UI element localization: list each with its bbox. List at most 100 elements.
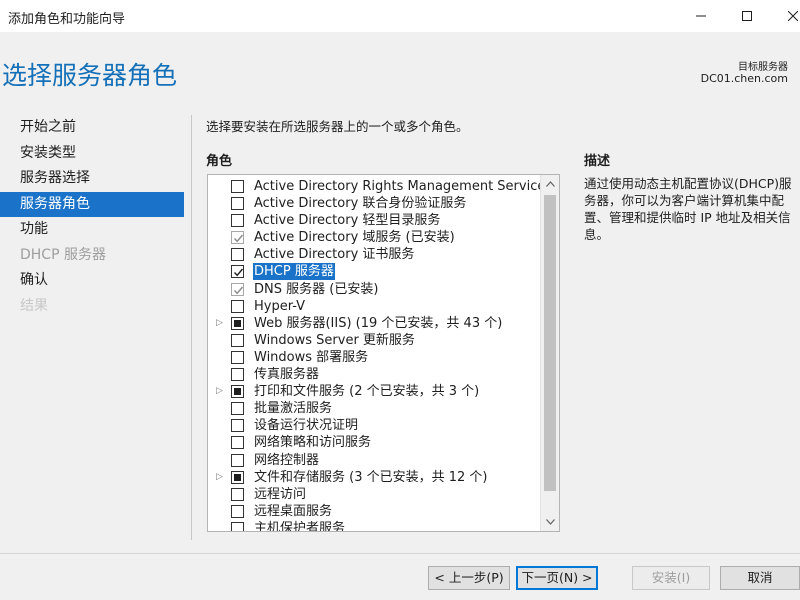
- role-label: 设备运行状况证明: [254, 418, 359, 434]
- role-checkbox[interactable]: [231, 214, 244, 228]
- title-bar: 添加角色和功能向导: [0, 0, 800, 32]
- maximize-button[interactable]: [724, 0, 770, 32]
- role-checkbox[interactable]: [231, 521, 244, 531]
- wizard-nav: 开始之前 安装类型 服务器选择 服务器角色 功能 DHCP 服务器 确认 结果: [0, 115, 184, 319]
- role-label: DHCP 服务器: [253, 263, 335, 281]
- role-row[interactable]: DHCP 服务器: [208, 263, 538, 281]
- role-checkbox[interactable]: [231, 487, 244, 501]
- role-row[interactable]: Active Directory 证书服务: [208, 246, 538, 263]
- role-row[interactable]: 远程访问: [208, 486, 538, 503]
- nav-item-results: 结果: [20, 297, 48, 314]
- role-row[interactable]: ▷ 文件和存储服务 (3 个已安装，共 12 个): [208, 469, 538, 486]
- role-row[interactable]: Active Directory 轻型目录服务: [208, 212, 538, 229]
- role-row[interactable]: Active Directory 联合身份验证服务: [208, 195, 538, 212]
- role-checkbox[interactable]: [231, 385, 244, 399]
- role-checkbox[interactable]: [231, 282, 244, 296]
- role-row[interactable]: 批量激活服务: [208, 400, 538, 417]
- role-checkbox[interactable]: [231, 333, 244, 347]
- role-label: 网络控制器: [254, 452, 320, 468]
- role-row[interactable]: DNS 服务器 (已安装): [208, 281, 538, 298]
- roles-list[interactable]: Active Directory Rights Management Servi…: [207, 174, 560, 532]
- wizard-header: 选择服务器角色 目标服务器 DC01.chen.com: [0, 32, 800, 98]
- role-row[interactable]: Active Directory Rights Management Servi…: [208, 178, 552, 195]
- role-row[interactable]: ▷ Web 服务器(IIS) (19 个已安装，共 43 个): [208, 315, 538, 332]
- role-label: Active Directory 联合身份验证服务: [254, 196, 467, 212]
- roles-heading: 角色: [206, 154, 233, 169]
- cancel-button[interactable]: 取消: [720, 566, 800, 590]
- role-checkbox[interactable]: [231, 419, 244, 433]
- nav-item-installation-type[interactable]: 安装类型: [0, 141, 184, 167]
- role-label: Active Directory 证书服务: [254, 247, 415, 263]
- expand-arrow-icon[interactable]: ▷: [216, 386, 224, 397]
- minimize-button[interactable]: [678, 0, 724, 32]
- role-row[interactable]: 网络策略和访问服务: [208, 434, 538, 451]
- role-row[interactable]: Hyper-V: [208, 298, 538, 315]
- role-checkbox[interactable]: [231, 350, 244, 364]
- role-label: 远程桌面服务: [254, 503, 333, 519]
- nav-item-server-selection[interactable]: 服务器选择: [0, 166, 184, 192]
- role-checkbox[interactable]: [231, 316, 244, 330]
- page-title: 选择服务器角色: [2, 61, 178, 90]
- role-checkbox[interactable]: [231, 402, 244, 416]
- install-button[interactable]: 安装(I): [632, 566, 710, 590]
- role-label: Active Directory 域服务 (已安装): [254, 230, 455, 246]
- role-checkbox[interactable]: [231, 197, 244, 211]
- role-row[interactable]: Windows Server 更新服务: [208, 332, 538, 349]
- role-label: Web 服务器(IIS) (19 个已安装，共 43 个): [254, 315, 503, 331]
- description-text: 通过使用动态主机配置协议(DHCP)服务器，你可以为客户端计算机集中配置、管理和…: [584, 176, 792, 242]
- roles-list-items: Active Directory Rights Management Servi…: [208, 178, 552, 531]
- roles-scrollbar[interactable]: [540, 175, 559, 531]
- target-server-label: 目标服务器: [738, 62, 788, 73]
- scroll-down-button[interactable]: [541, 513, 559, 531]
- role-label: 文件和存储服务 (3 个已安装，共 12 个): [254, 469, 488, 485]
- nav-item-dhcp-server[interactable]: DHCP 服务器: [0, 243, 184, 269]
- nav-item-server-roles[interactable]: 服务器角色: [0, 191, 184, 217]
- expand-arrow-icon[interactable]: ▷: [216, 472, 224, 483]
- role-row[interactable]: ▷ 打印和文件服务 (2 个已安装，共 3 个): [208, 383, 538, 400]
- role-label: Hyper-V: [254, 298, 306, 314]
- nav-item-before-you-begin[interactable]: 开始之前: [0, 115, 184, 141]
- role-label: 打印和文件服务 (2 个已安装，共 3 个): [254, 384, 480, 400]
- checkmark-icon: [233, 269, 244, 277]
- role-label: Windows Server 更新服务: [254, 332, 415, 348]
- role-label: Windows 部署服务: [254, 349, 369, 365]
- role-label: Active Directory 轻型目录服务: [254, 213, 441, 229]
- role-label: DNS 服务器 (已安装): [254, 281, 379, 297]
- next-button[interactable]: 下一页(N) >: [516, 566, 598, 590]
- previous-button[interactable]: < 上一步(P): [428, 566, 510, 590]
- role-row[interactable]: Active Directory 域服务 (已安装): [208, 229, 538, 246]
- footer-divider: [0, 553, 800, 554]
- role-checkbox[interactable]: [231, 265, 244, 279]
- role-checkbox[interactable]: [231, 180, 244, 193]
- chevron-up-icon: [545, 181, 555, 187]
- nav-divider: [191, 115, 192, 540]
- minimize-icon: [696, 15, 706, 17]
- role-checkbox[interactable]: [231, 470, 244, 484]
- role-checkbox[interactable]: [231, 436, 244, 450]
- close-button[interactable]: [770, 0, 800, 32]
- role-label: 远程访问: [254, 486, 307, 502]
- chevron-down-icon: [545, 519, 555, 525]
- role-row[interactable]: 远程桌面服务: [208, 503, 538, 520]
- role-row[interactable]: 传真服务器: [208, 366, 538, 383]
- checkmark-icon: [233, 234, 244, 243]
- role-checkbox[interactable]: [231, 368, 244, 382]
- role-row[interactable]: 主机保护者服务: [208, 520, 538, 531]
- role-checkbox[interactable]: [231, 299, 244, 313]
- intro-text: 选择要安装在所选服务器上的一个或多个角色。: [206, 119, 469, 134]
- role-row[interactable]: 设备运行状况证明: [208, 417, 538, 434]
- role-checkbox[interactable]: [231, 504, 244, 518]
- role-row[interactable]: Windows 部署服务: [208, 349, 538, 366]
- role-checkbox[interactable]: [231, 231, 244, 245]
- role-checkbox[interactable]: [231, 453, 244, 467]
- role-checkbox[interactable]: [231, 248, 244, 262]
- description-heading: 描述: [584, 154, 611, 169]
- nav-item-confirmation[interactable]: 确认: [0, 268, 184, 294]
- scroll-thumb[interactable]: [544, 195, 556, 491]
- expand-arrow-icon[interactable]: ▷: [216, 318, 224, 329]
- role-row[interactable]: 网络控制器: [208, 452, 538, 469]
- nav-item-features[interactable]: 功能: [0, 217, 184, 243]
- scroll-up-button[interactable]: [541, 175, 559, 193]
- close-icon: [788, 11, 798, 21]
- role-label: 传真服务器: [254, 367, 320, 383]
